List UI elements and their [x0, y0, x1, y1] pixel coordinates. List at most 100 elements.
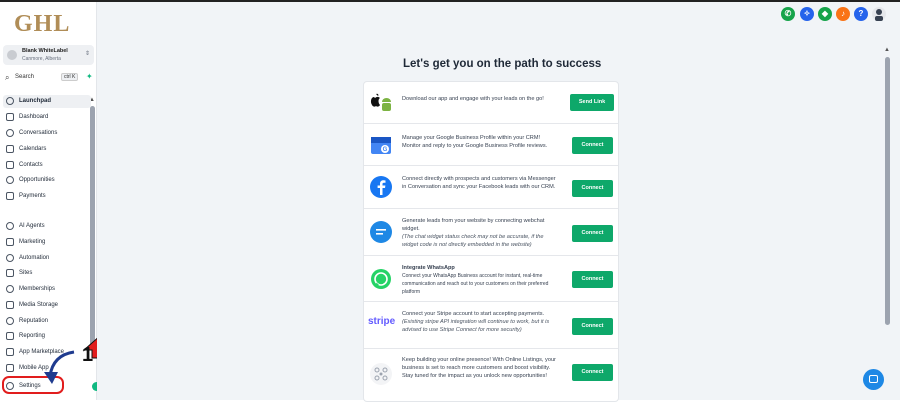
list-item: Connect directly with prospects and cust…: [364, 166, 618, 209]
row-note: (The chat widget status check may not be…: [402, 234, 544, 248]
chat-icon: [869, 375, 878, 383]
listings-icon: [370, 363, 392, 385]
row-text: Integrate WhatsApp Connect your WhatsApp…: [402, 264, 557, 296]
account-name: Blank WhiteLabel: [22, 48, 68, 54]
sidebar-item-label: Opportunities: [19, 177, 55, 183]
sidebar-item-label: Launchpad: [19, 98, 52, 104]
sidebar-item-reputation[interactable]: Reputation: [3, 315, 91, 328]
whatsapp-icon: [371, 269, 391, 289]
search-label: Search: [15, 74, 35, 80]
row-note: (Existing stripe API integration will co…: [402, 319, 550, 333]
sidebar-item-calendars[interactable]: Calendars: [3, 143, 91, 156]
support-chat-button[interactable]: [863, 369, 884, 390]
sidebar-item-label: Automation: [19, 255, 50, 261]
connect-listings-button[interactable]: Connect: [572, 364, 613, 381]
rocket-icon: [6, 97, 14, 105]
automation-icon: [6, 254, 14, 262]
quick-action-icon[interactable]: ✦: [86, 72, 93, 81]
connect-webchat-button[interactable]: Connect: [572, 225, 613, 242]
list-item: stripe Connect your Stripe account to st…: [364, 302, 618, 349]
chevron-updown-icon: ⇕: [84, 51, 90, 57]
facebook-icon: [370, 176, 392, 198]
webchat-icon: [370, 221, 392, 243]
list-item: G Manage your Google Business Profile wi…: [364, 124, 618, 166]
connect-google-business-button[interactable]: Connect: [572, 137, 613, 154]
send-link-button[interactable]: Send Link: [570, 94, 614, 111]
memberships-icon: [6, 285, 14, 293]
row-text: Keep building your online presence! With…: [402, 357, 556, 379]
sidebar-item-label: Conversations: [19, 130, 58, 136]
app-root: GHL Blank WhiteLabel Canmore, Alberta ⇕ …: [0, 2, 900, 402]
sidebar-item-label: Reputation: [19, 318, 49, 324]
mobile-icon: [6, 364, 14, 372]
row-text: Download our app and engage with your le…: [402, 96, 544, 102]
search-icon: ⌕: [5, 73, 10, 82]
chat-icon: [6, 129, 14, 137]
dashboard-icon: [6, 113, 14, 121]
row-main-text: Generate leads from your website by conn…: [402, 218, 545, 232]
sidebar-search[interactable]: ⌕ Search ctrl K ✦: [4, 72, 94, 84]
sidebar-item-opportunities[interactable]: Opportunities: [3, 174, 91, 187]
reporting-icon: [6, 332, 14, 340]
row-text: Manage your Google Business Profile with…: [402, 135, 548, 149]
svg-text:G: G: [383, 147, 388, 153]
avatar[interactable]: [872, 7, 886, 21]
marketplace-icon: [6, 348, 14, 356]
sidebar-item-contacts[interactable]: Contacts: [3, 159, 91, 172]
sidebar-item-label: Marketing: [19, 239, 46, 245]
sidebar-item-label: Payments: [19, 193, 46, 199]
sidebar-item-label: Sites: [19, 270, 33, 276]
opportunities-icon: [6, 176, 14, 184]
bell-icon[interactable]: ♪: [836, 7, 850, 21]
connect-facebook-button[interactable]: Connect: [572, 180, 613, 197]
list-item: Integrate WhatsApp Connect your WhatsApp…: [364, 256, 618, 302]
sidebar-item-media-storage[interactable]: Media Storage: [3, 299, 91, 312]
account-switcher[interactable]: Blank WhiteLabel Canmore, Alberta ⇕: [3, 45, 94, 65]
connect-stripe-button[interactable]: Connect: [572, 318, 613, 335]
list-item: Keep building your online presence! With…: [364, 349, 618, 397]
sidebar-item-ai-agents[interactable]: AI Agents: [3, 220, 91, 233]
google-business-icon: G: [371, 137, 391, 154]
main-scrollbar[interactable]: [885, 57, 890, 325]
sidebar-item-conversations[interactable]: Conversations: [3, 127, 91, 140]
calendar-icon: [6, 145, 14, 153]
send-icon: [6, 238, 14, 246]
stripe-icon: stripe: [368, 316, 396, 327]
ai-icon: [6, 222, 14, 230]
sparkle-icon[interactable]: ✧: [800, 7, 814, 21]
megaphone-icon[interactable]: ◆: [818, 7, 832, 21]
sidebar-item-label: Memberships: [19, 286, 56, 292]
sidebar-item-label: Dashboard: [19, 114, 49, 120]
media-icon: [6, 301, 14, 309]
sites-icon: [6, 269, 14, 277]
sidebar-item-automation[interactable]: Automation: [3, 252, 91, 265]
scroll-up-arrow[interactable]: ▲: [884, 47, 890, 53]
sidebar-item-payments[interactable]: Payments: [3, 190, 91, 203]
row-text: Connect directly with prospects and cust…: [402, 176, 556, 190]
sidebar-item-label: Contacts: [19, 162, 43, 168]
row-main-text: Integrate WhatsApp: [402, 265, 455, 271]
list-item: Download our app and engage with your le…: [364, 82, 618, 124]
page-title: Let's get you on the path to success: [403, 58, 602, 70]
row-text: Generate leads from your website by conn…: [402, 217, 557, 249]
list-item: Generate leads from your website by conn…: [364, 209, 618, 256]
row-note: Connect your WhatsApp Business account f…: [402, 273, 549, 295]
sidebar-item-launchpad[interactable]: Launchpad: [3, 95, 91, 108]
step-number-badge: 1: [82, 344, 94, 366]
sidebar-item-label: Media Storage: [19, 302, 59, 308]
sidebar-item-marketing[interactable]: Marketing: [3, 236, 91, 249]
sidebar-item-dashboard[interactable]: Dashboard: [3, 111, 91, 124]
account-location: Canmore, Alberta: [22, 56, 61, 62]
help-icon[interactable]: ?: [854, 7, 868, 21]
onboarding-card: Download our app and engage with your le…: [363, 81, 619, 402]
brand-logo[interactable]: GHL: [14, 11, 70, 38]
phone-icon[interactable]: ✆: [781, 7, 795, 21]
app-store-icon: [370, 93, 391, 111]
sidebar-item-sites[interactable]: Sites: [3, 267, 91, 280]
reputation-icon: [6, 317, 14, 325]
sidebar-item-label: Calendars: [19, 146, 47, 152]
row-main-text: Connect your Stripe account to start acc…: [402, 311, 545, 317]
connect-whatsapp-button[interactable]: Connect: [572, 271, 613, 288]
sidebar-item-memberships[interactable]: Memberships: [3, 283, 91, 296]
sidebar-item-label: AI Agents: [19, 223, 45, 229]
